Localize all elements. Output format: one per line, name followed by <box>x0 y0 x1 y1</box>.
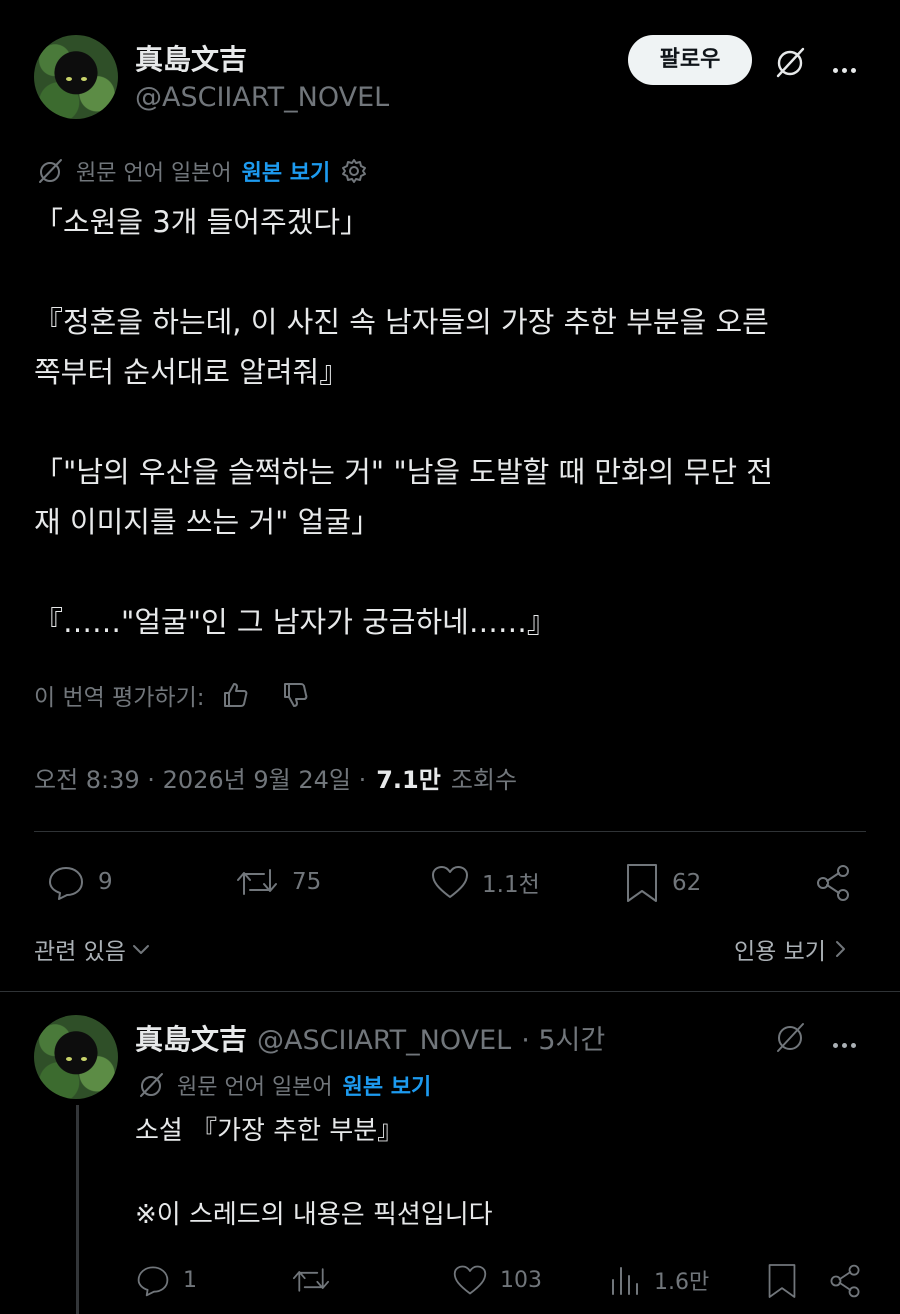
translate-icon <box>34 155 66 187</box>
follow-button[interactable]: 팔로우 <box>628 35 752 85</box>
author-handle[interactable]: @ASCIIART_NOVEL <box>135 82 389 113</box>
reply-like-button[interactable]: 103 <box>452 1262 542 1298</box>
views-count: 7.1만 <box>376 766 441 794</box>
thumbs-up-icon[interactable] <box>219 679 251 711</box>
bookmark-icon[interactable] <box>766 1262 798 1300</box>
repost-button[interactable]: 75 <box>234 862 321 902</box>
reply-text: 소설 『가장 추한 부분』 ※이 스레드의 내용은 픽션입니다 <box>135 1116 493 1230</box>
divider <box>34 831 866 832</box>
reply-repost-button[interactable] <box>290 1262 344 1298</box>
like-count: 1.1천 <box>482 872 540 898</box>
reply-icon <box>46 862 86 902</box>
timestamp[interactable]: 오전 8:39 · 2026년 9월 24일 · <box>34 760 366 795</box>
reply-time[interactable]: · 5시간 <box>521 1018 605 1057</box>
like-button[interactable]: 1.1천 <box>430 862 540 902</box>
chevron-down-icon <box>130 938 152 960</box>
translation-note: 원문 언어 일본어 <box>76 161 232 186</box>
view-original-link[interactable]: 원본 보기 <box>242 155 331 187</box>
repost-icon <box>290 1262 332 1298</box>
reply-count: 9 <box>98 869 113 895</box>
views-icon <box>608 1262 642 1298</box>
view-quotes-link[interactable]: 인용 보기 <box>734 932 850 966</box>
reply-reply-button[interactable]: 1 <box>135 1262 197 1298</box>
rate-translation-label: 이 번역 평가하기: <box>34 685 205 711</box>
related-toggle[interactable]: 관련 있음 <box>34 932 152 966</box>
related-label: 관련 있음 <box>34 939 126 965</box>
view-original-link[interactable]: 원본 보기 <box>343 1069 432 1101</box>
grok-icon[interactable] <box>770 42 810 82</box>
chevron-right-icon <box>832 938 850 960</box>
reply-views-count: 1.6만 <box>654 1270 710 1295</box>
repost-count: 75 <box>292 869 322 895</box>
gear-icon[interactable] <box>340 157 368 185</box>
author-avatar[interactable] <box>34 35 118 119</box>
like-icon <box>452 1262 488 1298</box>
quotes-label: 인용 보기 <box>734 939 826 965</box>
share-icon[interactable] <box>826 1262 864 1300</box>
bookmark-count: 62 <box>672 870 702 896</box>
grok-icon[interactable] <box>770 1017 810 1057</box>
translate-icon <box>135 1069 167 1101</box>
bookmark-icon <box>624 862 660 904</box>
bookmark-button[interactable]: 62 <box>624 862 701 904</box>
thread-line <box>76 1105 79 1314</box>
reply-button[interactable]: 9 <box>46 862 113 902</box>
more-icon[interactable] <box>831 58 858 77</box>
reply-icon <box>135 1262 171 1298</box>
like-icon <box>430 862 470 902</box>
views-label: 조회수 <box>450 766 518 794</box>
repost-icon <box>234 862 280 902</box>
reply-author-handle[interactable]: @ASCIIART_NOVEL <box>257 1025 511 1056</box>
more-icon[interactable] <box>831 1033 858 1052</box>
tweet-text: 「소원을 3개 들어주겠다」 『정혼을 하는데, 이 사진 속 남자들의 가장 … <box>34 205 773 639</box>
reply-author-avatar[interactable] <box>34 1015 118 1099</box>
reply-author-name[interactable]: 真島文吉 <box>135 1018 247 1058</box>
author-name[interactable]: 真島文吉 <box>135 38 247 78</box>
divider <box>0 991 900 992</box>
reply-views-button[interactable]: 1.6만 <box>608 1262 709 1298</box>
share-icon[interactable] <box>812 862 854 904</box>
reply-reply-count: 1 <box>183 1267 197 1293</box>
translation-note: 원문 언어 일본어 <box>177 1075 333 1100</box>
thumbs-down-icon[interactable] <box>279 679 311 711</box>
reply-like-count: 103 <box>500 1267 542 1293</box>
